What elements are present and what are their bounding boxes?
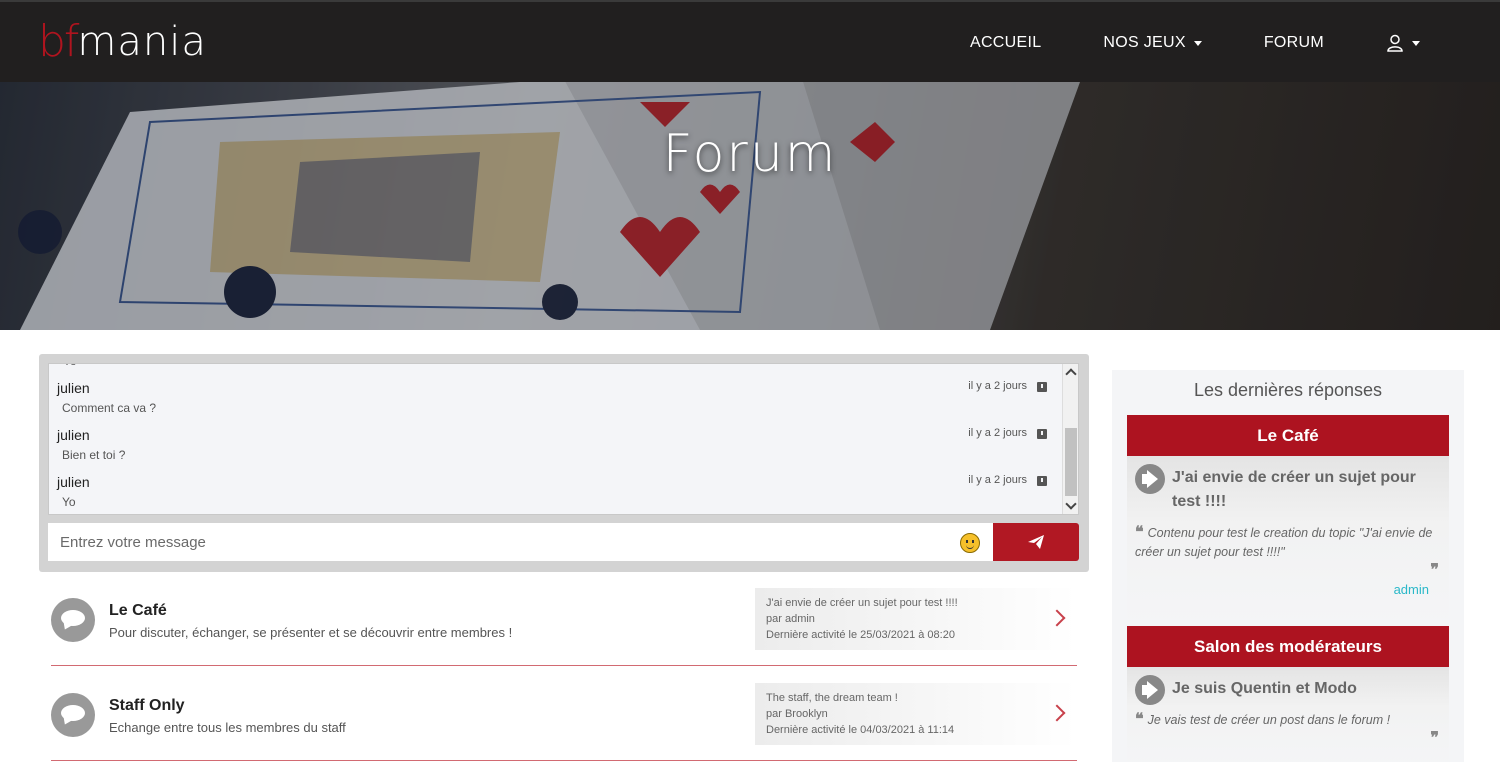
last-topic: J'ai envie de créer un sujet pour test !… bbox=[766, 597, 958, 609]
reply-author[interactable]: admin bbox=[1135, 578, 1441, 602]
quote-close-icon: ❞ bbox=[1430, 560, 1439, 579]
site-logo[interactable]: bf mania bbox=[38, 14, 207, 67]
nav-accueil-label: ACCUEIL bbox=[969, 34, 1042, 51]
category-description: Pour discuter, échanger, se présenter et… bbox=[109, 625, 513, 640]
chat-message: julien Comment ca va ? il y a 2 jours bbox=[57, 380, 1047, 420]
reply-quote-text: Contenu pour test le creation du topic "… bbox=[1135, 526, 1433, 559]
nav-nos-jeux-label: NOS JEUX bbox=[1103, 34, 1186, 51]
forum-category[interactable]: Staff Only Echange entre tous les membre… bbox=[51, 683, 1077, 761]
chat-text-partial: Yo bbox=[63, 364, 77, 368]
category-last-activity[interactable]: The staff, the dream team ! par Brooklyn… bbox=[755, 683, 1077, 745]
report-flag-icon[interactable] bbox=[1037, 382, 1047, 392]
chat-timestamp: il y a 2 jours bbox=[968, 427, 1027, 439]
chat-timestamp: il y a 2 jours bbox=[968, 380, 1027, 392]
message-input[interactable] bbox=[48, 523, 993, 561]
playing-cards-background bbox=[0, 82, 1500, 330]
chat-box: Yo julien Comment ca va ? il y a 2 jours… bbox=[39, 354, 1089, 572]
logo-mania: mania bbox=[77, 19, 207, 65]
reply-forum-name[interactable]: Salon des modérateurs bbox=[1127, 626, 1449, 667]
nav-links: ACCUEIL NOS JEUX FORUM bbox=[908, 2, 1420, 84]
scroll-down-icon[interactable] bbox=[1065, 498, 1077, 510]
category-description: Echange entre tous les membres du staff bbox=[109, 720, 346, 735]
chat-message: julien Bien et toi ? il y a 2 jours bbox=[57, 427, 1047, 467]
last-activity-date: Dernière activité le 04/03/2021 à 11:14 bbox=[766, 724, 955, 736]
page-title: Forum bbox=[662, 124, 838, 184]
latest-reply-card: Salon des modérateurs Je suis Quentin et… bbox=[1127, 626, 1449, 762]
caret-down-icon bbox=[1412, 40, 1420, 46]
report-flag-icon[interactable] bbox=[1037, 476, 1047, 486]
nav-accueil[interactable]: ACCUEIL bbox=[970, 34, 1041, 52]
reply-quote: ❝ Contenu pour test le creation du topic … bbox=[1135, 522, 1441, 562]
nav-forum[interactable]: FORUM bbox=[1264, 34, 1324, 52]
reply-card-body: Je suis Quentin et Modo ❝ Je vais test de… bbox=[1127, 667, 1449, 762]
last-author: par Brooklyn bbox=[766, 708, 828, 720]
chat-scrollbar[interactable] bbox=[1062, 364, 1078, 514]
reply-quote-text: Je vais test de créer un post dans le fo… bbox=[1147, 713, 1391, 727]
reply-forum-name[interactable]: Le Café bbox=[1127, 415, 1449, 456]
caret-down-icon bbox=[1193, 40, 1202, 46]
chat-text: Comment ca va ? bbox=[62, 401, 157, 415]
send-button[interactable] bbox=[993, 523, 1079, 561]
emoji-picker-icon[interactable] bbox=[960, 533, 980, 553]
last-author: par admin bbox=[766, 613, 815, 625]
nav-nos-jeux-dropdown[interactable]: NOS JEUX bbox=[1103, 34, 1202, 52]
quote-close-icon: ❞ bbox=[1430, 728, 1439, 747]
chat-timestamp: il y a 2 jours bbox=[968, 474, 1027, 486]
paper-plane-icon bbox=[1028, 535, 1044, 549]
chat-username: julien bbox=[57, 427, 90, 443]
quote-open-icon: ❝ bbox=[1135, 522, 1144, 541]
category-title[interactable]: Staff Only bbox=[109, 697, 185, 715]
last-topic: The staff, the dream team ! bbox=[766, 692, 898, 704]
nav-forum-label: FORUM bbox=[1263, 34, 1324, 51]
chat-message: julien Yo il y a 2 jours bbox=[57, 474, 1047, 514]
reply-card-body: J'ai envie de créer un sujet pour test !… bbox=[1127, 456, 1449, 626]
hero-banner: Forum bbox=[0, 82, 1500, 330]
user-menu-dropdown[interactable] bbox=[1386, 34, 1420, 52]
chat-message-list[interactable]: Yo julien Comment ca va ? il y a 2 jours… bbox=[48, 363, 1079, 515]
megaphone-icon bbox=[1135, 675, 1165, 705]
chat-text: Yo bbox=[62, 495, 76, 509]
speech-bubble-icon bbox=[51, 693, 95, 737]
reply-topic[interactable]: Je suis Quentin et Modo bbox=[1135, 667, 1441, 701]
user-icon bbox=[1387, 34, 1403, 52]
reply-topic[interactable]: J'ai envie de créer un sujet pour test !… bbox=[1135, 456, 1441, 514]
forum-category[interactable]: Le Café Pour discuter, échanger, se prés… bbox=[51, 588, 1077, 666]
report-flag-icon[interactable] bbox=[1037, 429, 1047, 439]
quote-open-icon: ❝ bbox=[1135, 709, 1144, 728]
latest-reply-card: Le Café J'ai envie de créer un sujet pou… bbox=[1127, 415, 1449, 626]
navbar: bf mania ACCUEIL NOS JEUX FORUM bbox=[0, 0, 1500, 82]
logo-bf: bf bbox=[38, 16, 79, 67]
scroll-thumb[interactable] bbox=[1065, 428, 1077, 496]
scroll-up-icon[interactable] bbox=[1065, 368, 1077, 380]
speech-bubble-icon bbox=[51, 598, 95, 642]
sidebar-title: Les dernières réponses bbox=[1193, 380, 1383, 400]
latest-replies-sidebar: Les dernières réponses Le Café J'ai envi… bbox=[1112, 370, 1464, 762]
category-title[interactable]: Le Café bbox=[109, 602, 167, 620]
chat-username: julien bbox=[57, 380, 90, 396]
chat-text: Bien et toi ? bbox=[62, 448, 126, 462]
last-activity-date: Dernière activité le 25/03/2021 à 08:20 bbox=[766, 629, 955, 641]
megaphone-icon bbox=[1135, 464, 1165, 494]
chat-username: julien bbox=[57, 474, 90, 490]
category-last-activity[interactable]: J'ai envie de créer un sujet pour test !… bbox=[755, 588, 1077, 650]
reply-quote: ❝ Je vais test de créer un post dans le f… bbox=[1135, 709, 1441, 730]
